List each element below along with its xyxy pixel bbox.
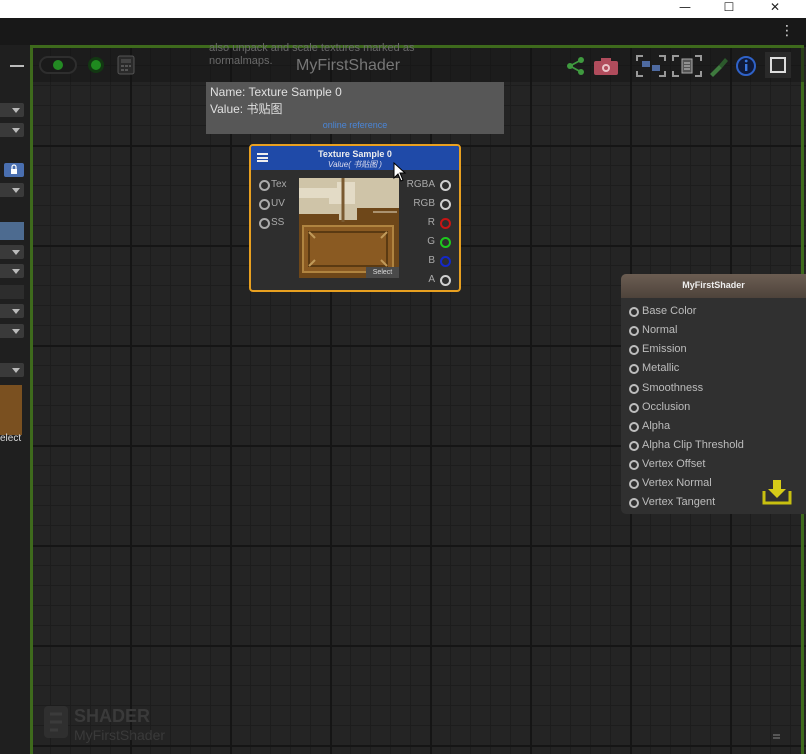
texture-preview	[0, 385, 22, 435]
vertex-tangent-port[interactable]	[629, 498, 639, 508]
vertex-tangent-label: Vertex Tangent	[642, 496, 716, 508]
share-icon[interactable]	[566, 56, 586, 76]
tex-input-port[interactable]	[259, 180, 270, 191]
dropdown[interactable]	[0, 363, 24, 377]
tab-bar: ⋮	[0, 18, 806, 45]
maximize-button[interactable]: ☐	[706, 0, 752, 18]
info-icon[interactable]	[735, 55, 757, 77]
download-icon[interactable]	[762, 479, 792, 505]
text-field[interactable]	[0, 285, 24, 299]
metallic-label: Metallic	[642, 362, 680, 374]
toggle-live-icon[interactable]	[39, 55, 77, 75]
base-color-label: Base Color	[642, 305, 697, 317]
tooltip-value: Value: 书贴图	[210, 102, 283, 116]
texture-sample-node[interactable]: Texture Sample 0 Value( 书贴图 ) Tex UV SS …	[249, 144, 461, 292]
dropdown[interactable]	[0, 123, 24, 137]
g-output-label: G	[427, 236, 435, 247]
tab-menu-icon[interactable]: ⋮	[780, 23, 794, 39]
texture-select-button[interactable]: Select	[366, 267, 399, 278]
b-output-port[interactable]	[440, 256, 451, 267]
dropdown[interactable]	[0, 264, 24, 278]
master-node-header[interactable]: MyFirstShader	[621, 274, 806, 298]
node-header[interactable]: Texture Sample 0 Value( 书贴图 )	[251, 146, 459, 170]
vertex-offset-label: Vertex Offset	[642, 458, 706, 470]
rgb-output-label: RGB	[413, 198, 435, 209]
lock-icon[interactable]	[4, 163, 24, 177]
uv-input-port[interactable]	[259, 199, 270, 210]
tex-input-label: Tex	[271, 179, 287, 190]
uv-input-label: UV	[271, 198, 285, 209]
alpha-clip-threshold-label: Alpha Clip Threshold	[642, 439, 744, 451]
shader-title: MyFirstShader	[296, 57, 401, 74]
maximize-icon[interactable]	[765, 52, 791, 78]
alpha-port[interactable]	[629, 422, 639, 432]
window-titlebar: — ☐ ✕	[0, 0, 806, 18]
tooltip-name: Name: Texture Sample 0	[210, 85, 342, 99]
r-output-port[interactable]	[440, 218, 451, 229]
clipboard-icon[interactable]	[672, 55, 702, 77]
watermark-type: SHADER	[74, 706, 151, 726]
fit-nodes-icon[interactable]	[636, 55, 666, 77]
camera-icon[interactable]	[593, 56, 619, 76]
close-button[interactable]: ✕	[752, 0, 798, 18]
occlusion-port[interactable]	[629, 403, 639, 413]
dropdown[interactable]	[0, 304, 24, 318]
master-node-title: MyFirstShader	[682, 280, 745, 290]
b-output-label: B	[428, 255, 435, 266]
collapse-icon[interactable]	[10, 65, 24, 67]
normal-port[interactable]	[629, 326, 639, 336]
texture-select-label[interactable]: elect	[0, 433, 21, 444]
ss-input-port[interactable]	[259, 218, 270, 229]
vertex-normal-label: Vertex Normal	[642, 477, 712, 489]
texture-preview[interactable]: Select	[299, 178, 399, 278]
left-inspector-panel: elect	[0, 45, 30, 754]
alpha-clip-threshold-port[interactable]	[629, 441, 639, 451]
dropdown[interactable]	[0, 245, 24, 259]
base-color-port[interactable]	[629, 307, 639, 317]
master-output-node[interactable]: MyFirstShader Base Color Normal Emission…	[621, 274, 806, 514]
calculator-icon[interactable]	[117, 55, 135, 75]
rgba-output-label: RGBA	[406, 179, 435, 190]
alpha-label: Alpha	[642, 420, 671, 432]
selected-field[interactable]	[0, 222, 24, 240]
live-indicator-icon[interactable]	[86, 55, 106, 75]
dropdown[interactable]	[0, 183, 24, 197]
node-subtitle: Value( 书贴图 )	[328, 160, 382, 169]
mouse-cursor-icon	[393, 162, 407, 182]
dropdown[interactable]	[0, 324, 24, 338]
rgb-output-port[interactable]	[440, 199, 451, 210]
a-output-label: A	[428, 274, 435, 285]
normal-label: Normal	[642, 324, 678, 336]
occlusion-label: Occlusion	[642, 401, 691, 413]
a-output-port[interactable]	[440, 275, 451, 286]
emission-label: Emission	[642, 343, 687, 355]
node-title: Texture Sample 0	[318, 149, 392, 159]
resize-handle-icon[interactable]	[771, 731, 781, 741]
smoothness-label: Smoothness	[642, 382, 704, 394]
minimize-button[interactable]: —	[662, 0, 708, 18]
r-output-label: R	[427, 217, 435, 228]
emission-port[interactable]	[629, 345, 639, 355]
shader-logo-icon	[44, 706, 68, 738]
vertex-offset-port[interactable]	[629, 460, 639, 470]
paint-brush-icon[interactable]	[707, 55, 729, 77]
rgba-output-port[interactable]	[440, 180, 451, 191]
dropdown[interactable]	[0, 103, 24, 117]
watermark-name: MyFirstShader	[74, 727, 166, 743]
smoothness-port[interactable]	[629, 384, 639, 394]
ss-input-label: SS	[271, 217, 285, 228]
g-output-port[interactable]	[440, 237, 451, 248]
vertex-normal-port[interactable]	[629, 479, 639, 489]
node-tooltip: Name: Texture Sample 0 Value: 书贴图 online…	[206, 82, 504, 134]
metallic-port[interactable]	[629, 364, 639, 374]
online-reference-link[interactable]: online reference	[206, 120, 504, 130]
